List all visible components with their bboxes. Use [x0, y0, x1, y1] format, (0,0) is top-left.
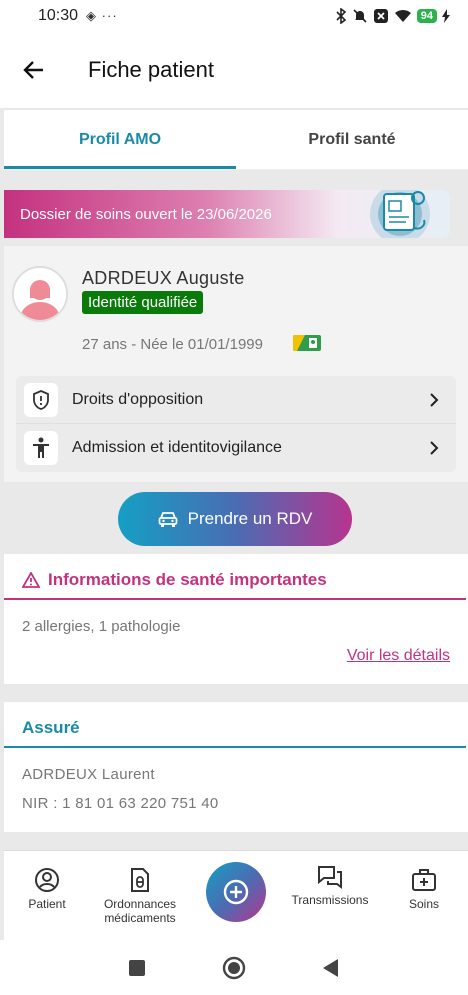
- patient-name: ADRDEUX Auguste: [82, 268, 245, 288]
- bottom-nav: Patient Ordonnances médicaments Transmis…: [4, 850, 468, 940]
- system-nav-bar: [0, 940, 468, 995]
- patient-icon: [35, 868, 59, 892]
- medical-kit-icon: [412, 869, 436, 891]
- status-bar: 10:30 ◈ ··· 94: [0, 0, 468, 32]
- home-circle-icon[interactable]: [222, 956, 246, 980]
- patient-card: ADRDEUX Auguste Identité qualifiée 27 an…: [4, 246, 468, 482]
- warning-icon: [22, 572, 40, 588]
- menu-item-admission[interactable]: Admission et identitovigilance: [16, 424, 456, 472]
- tab-profil-amo[interactable]: Profil AMO: [4, 110, 236, 169]
- banner-text: Dossier de soins ouvert le 23/06/2026: [20, 205, 272, 223]
- insured-name: ADRDEUX Laurent: [22, 766, 155, 783]
- insured-section: Assuré ADRDEUX Laurent NIR : 1 81 01 63 …: [4, 702, 468, 832]
- patient-silhouette-icon: [14, 268, 66, 320]
- voir-details-link[interactable]: Voir les détails: [347, 647, 450, 665]
- prescription-icon: [131, 868, 149, 892]
- insured-title: Assuré: [22, 718, 80, 737]
- tab-profil-sante[interactable]: Profil santé: [236, 110, 468, 169]
- divider: [4, 598, 466, 600]
- health-summary: 2 allergies, 1 pathologie: [22, 618, 181, 635]
- car-icon: [158, 512, 178, 527]
- shield-alert-icon: [24, 382, 58, 417]
- nav-label: Transmissions: [291, 893, 369, 907]
- nav-label: Patient: [28, 897, 66, 911]
- arrow-left-icon: [23, 61, 43, 79]
- nav-label: Soins: [408, 897, 440, 911]
- nav-soins[interactable]: Soins: [402, 867, 446, 911]
- tab-bar: Profil AMO Profil santé: [4, 110, 468, 170]
- plus-circle-icon: [223, 879, 249, 905]
- rdv-area: Prendre un RDV: [4, 484, 468, 554]
- person-icon: [24, 431, 58, 465]
- bluetooth-icon: [336, 8, 346, 24]
- rdv-label: Prendre un RDV: [187, 509, 313, 528]
- health-info-section: Informations de santé importantes 2 alle…: [4, 554, 468, 684]
- charging-icon: [442, 9, 450, 23]
- chevron-right-icon: [422, 441, 446, 455]
- mute-icon: [353, 9, 367, 23]
- nav-transmissions[interactable]: Transmissions: [288, 865, 372, 907]
- chevron-right-icon: [422, 392, 446, 407]
- chat-icon: [318, 866, 342, 889]
- divider: [4, 746, 466, 748]
- menu-item-droits-opposition[interactable]: Droits d'opposition: [16, 376, 456, 424]
- back-button[interactable]: [22, 58, 46, 82]
- status-right-icons: 94: [335, 8, 450, 24]
- nav-label: Ordonnances médicaments: [103, 897, 177, 925]
- identity-status-badge: Identité qualifiée: [82, 291, 204, 314]
- patient-menu: Droits d'opposition Admission et identit…: [16, 376, 456, 472]
- menu-label: Admission et identitovigilance: [72, 439, 282, 456]
- medical-record-illustration-icon: [370, 190, 430, 238]
- vitale-card-icon: [293, 335, 321, 351]
- nav-patient[interactable]: Patient: [24, 867, 70, 911]
- notification-x-icon: [373, 9, 388, 23]
- wifi-icon: [394, 9, 411, 22]
- patient-avatar: [12, 266, 68, 322]
- recents-square-icon[interactable]: [128, 959, 146, 977]
- status-extra-icons: ◈ ···: [86, 8, 118, 23]
- insured-nir: NIR : 1 81 01 63 220 751 40: [22, 795, 219, 812]
- menu-label: Droits d'opposition: [72, 390, 204, 408]
- prendre-rdv-button[interactable]: Prendre un RDV: [118, 492, 352, 546]
- battery-badge: 94: [416, 9, 437, 23]
- health-info-title: Informations de santé importantes: [22, 570, 327, 590]
- patient-age-birth: 27 ans - Née le 01/01/1999: [82, 336, 263, 353]
- status-time: 10:30: [38, 7, 79, 24]
- care-file-banner: Dossier de soins ouvert le 23/06/2026: [4, 190, 450, 238]
- page-title: Fiche patient: [88, 57, 214, 82]
- back-triangle-icon[interactable]: [322, 958, 340, 978]
- nav-ordonnances[interactable]: Ordonnances médicaments: [100, 867, 180, 925]
- health-info-title-text: Informations de santé importantes: [48, 570, 327, 589]
- app-bar: Fiche patient: [0, 32, 468, 108]
- add-action-button[interactable]: [206, 862, 266, 922]
